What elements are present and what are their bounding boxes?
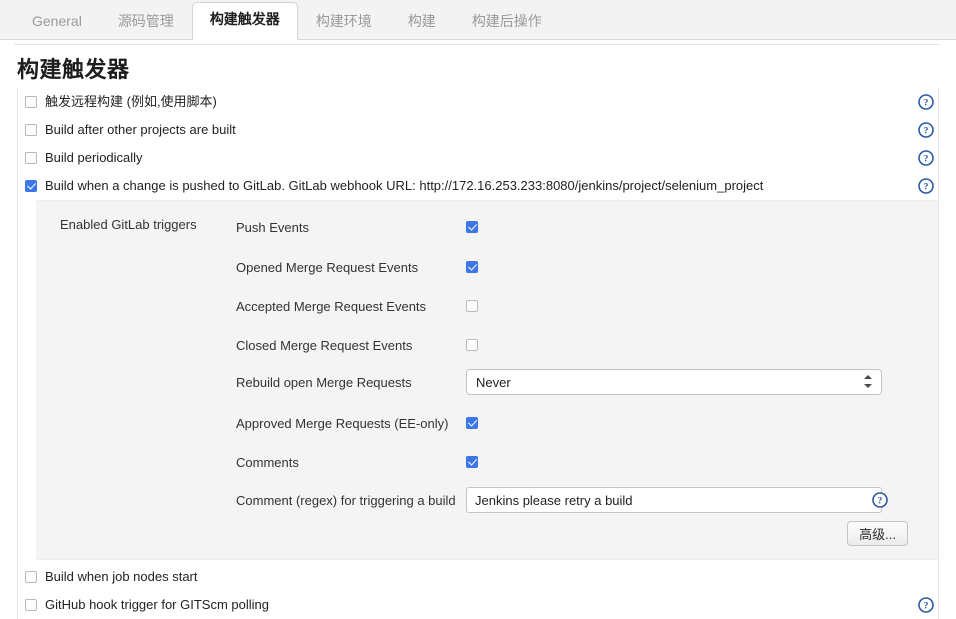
help-icon-comment-regex[interactable]: ?: [872, 492, 888, 508]
svg-text:?: ?: [924, 183, 929, 193]
checkbox-comments[interactable]: [466, 456, 478, 468]
help-icon-build-periodically[interactable]: ?: [918, 150, 934, 166]
trigger-row-remote-build[interactable]: 触发远程构建 (例如,使用脚本) ?: [18, 88, 938, 116]
label-opened-mr-events: Opened Merge Request Events: [236, 259, 419, 275]
trigger-row-job-nodes-start[interactable]: Build when job nodes start: [18, 563, 938, 591]
tab-post-build[interactable]: 构建后操作: [454, 5, 560, 40]
select-rebuild-value: Never: [476, 374, 511, 390]
trigger-label-gitlab-push: Build when a change is pushed to GitLab.…: [45, 178, 764, 193]
checkbox-closed-mr-events[interactable]: [466, 339, 478, 351]
label-push-events: Push Events: [236, 219, 309, 235]
trigger-row-after-other-projects[interactable]: Build after other projects are built ?: [18, 116, 938, 144]
tab-build-env[interactable]: 构建环境: [298, 5, 390, 40]
header-divider: [14, 44, 940, 45]
trigger-row-github-hook[interactable]: GitHub hook trigger for GITScm polling ?: [18, 591, 938, 619]
page-title: 构建触发器: [17, 57, 130, 82]
checkbox-opened-mr-events[interactable]: [466, 261, 478, 273]
gitlab-triggers-panel: Enabled GitLab triggers Push Events Open…: [36, 200, 938, 560]
field-opened-mr-events[interactable]: Opened Merge Request Events: [236, 256, 938, 278]
checkbox-accepted-mr-events[interactable]: [466, 300, 478, 312]
checkbox-github-hook[interactable]: [25, 599, 37, 611]
trigger-label-build-periodically: Build periodically: [45, 150, 143, 165]
checkbox-approved-mr[interactable]: [466, 417, 478, 429]
field-comment-regex[interactable]: Comment (regex) for triggering a build ?: [236, 486, 938, 514]
svg-text:?: ?: [878, 497, 883, 507]
gitlab-panel-heading: Enabled GitLab triggers: [60, 217, 197, 232]
svg-text:?: ?: [924, 155, 929, 165]
field-accepted-mr-events[interactable]: Accepted Merge Request Events: [236, 295, 938, 317]
label-comments: Comments: [236, 454, 299, 470]
help-icon-github-hook[interactable]: ?: [918, 597, 934, 613]
trigger-row-build-periodically[interactable]: Build periodically ?: [18, 144, 938, 172]
trigger-row-gitlab-push[interactable]: Build when a change is pushed to GitLab.…: [18, 172, 938, 200]
checkbox-build-periodically[interactable]: [25, 152, 37, 164]
checkbox-after-other-projects[interactable]: [25, 124, 37, 136]
advanced-button[interactable]: 高级...: [847, 521, 908, 546]
tab-build-triggers[interactable]: 构建触发器: [191, 2, 298, 40]
checkbox-gitlab-push[interactable]: [25, 180, 37, 192]
build-triggers-page: 构建触发器 触发远程构建 (例如,使用脚本) ? Build after oth…: [0, 40, 956, 619]
label-approved-mr: Approved Merge Requests (EE-only): [236, 415, 449, 431]
tab-scm[interactable]: 源码管理: [100, 5, 192, 40]
trigger-label-remote-build: 触发远程构建 (例如,使用脚本): [45, 94, 217, 109]
svg-text:?: ?: [924, 99, 929, 109]
field-comments[interactable]: Comments: [236, 451, 938, 473]
input-comment-regex[interactable]: [466, 487, 882, 513]
field-rebuild-open-mr[interactable]: Rebuild open Merge Requests Never: [236, 368, 938, 396]
stepper-arrows-icon: [864, 374, 873, 390]
trigger-label-job-nodes-start: Build when job nodes start: [45, 569, 198, 584]
svg-text:?: ?: [924, 127, 929, 137]
help-icon-remote-build[interactable]: ?: [918, 94, 934, 110]
config-tab-bar: General 源码管理 构建触发器 构建环境 构建 构建后操作: [0, 0, 956, 40]
select-rebuild-open-mr[interactable]: Never: [466, 369, 882, 395]
label-closed-mr-events: Closed Merge Request Events: [236, 337, 413, 353]
help-icon-gitlab-push[interactable]: ?: [918, 178, 934, 194]
checkbox-job-nodes-start[interactable]: [25, 571, 37, 583]
triggers-section: 触发远程构建 (例如,使用脚本) ? Build after other pro…: [17, 88, 939, 619]
svg-text:?: ?: [924, 602, 929, 612]
tab-general[interactable]: General: [14, 5, 100, 40]
label-comment-regex: Comment (regex) for triggering a build: [236, 492, 456, 508]
trigger-label-after-other-projects: Build after other projects are built: [45, 122, 236, 137]
checkbox-push-events[interactable]: [466, 221, 478, 233]
field-push-events[interactable]: Push Events: [236, 216, 938, 238]
field-approved-mr[interactable]: Approved Merge Requests (EE-only): [236, 412, 938, 434]
label-rebuild-open-mr: Rebuild open Merge Requests: [236, 374, 412, 390]
trigger-label-github-hook: GitHub hook trigger for GITScm polling: [45, 597, 269, 612]
help-icon-after-other-projects[interactable]: ?: [918, 122, 934, 138]
tab-build[interactable]: 构建: [390, 5, 454, 40]
label-accepted-mr-events: Accepted Merge Request Events: [236, 298, 427, 314]
checkbox-remote-build[interactable]: [25, 96, 37, 108]
field-closed-mr-events[interactable]: Closed Merge Request Events: [236, 334, 938, 356]
